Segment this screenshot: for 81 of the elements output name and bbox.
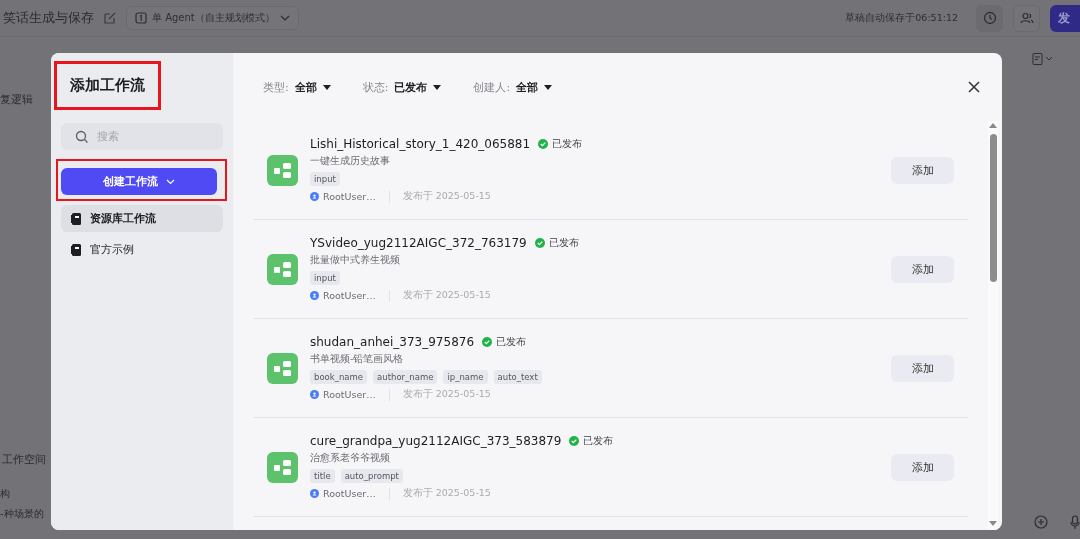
dialog-title: 添加工作流 [54,61,161,110]
chevron-down-icon [279,15,290,21]
close-button[interactable] [968,81,980,93]
add-button[interactable]: 添加 [891,354,954,382]
publish-date: 发布于 2025-05-15 [402,190,491,203]
app-title: 笑话生成与保存 [3,9,94,27]
workflow-icon [267,253,298,285]
workflow-name: Lishi_Historical_story_1_420_065881 [310,137,531,151]
create-workflow-button[interactable]: 创建工作流 [61,168,217,195]
workflow-description: 治愈系老爷爷视频 [310,452,391,465]
filter-dropdown[interactable]: 类型: 全部 [263,79,331,95]
user-avatar-icon [310,390,319,399]
author-name: RootUser… [323,191,376,202]
parameter-tag: auto_text [493,370,542,384]
status-label: 已发布 [548,236,579,250]
clock-icon [982,11,997,25]
chevron-down-icon [166,178,175,185]
status-label: 已发布 [583,434,614,448]
status-label: 已发布 [552,137,583,151]
body-text: -种场景的 [0,507,44,521]
caret-down-icon [322,84,331,90]
parameter-tag: title [310,469,335,483]
agent-icon [135,12,147,24]
users-icon [1019,11,1034,25]
check-icon [538,139,549,149]
check-icon [569,436,580,446]
author-name: RootUser… [323,488,376,499]
history-button[interactable] [976,4,1003,32]
parameter-tag: author_name [373,370,438,384]
caret-down-icon [544,84,553,90]
parameter-tag: input [310,271,340,285]
user-avatar-icon [310,489,319,498]
workflow-name: YSvideo_yug2112AIGC_372_763179 [310,236,527,250]
publish-date: 发布于 2025-05-15 [402,388,491,401]
close-icon [968,81,980,93]
publish-button[interactable]: 发 [1050,4,1080,32]
edit-icon[interactable] [104,12,116,24]
parameter-tag: auto_prompt [340,469,403,483]
workflow-name: cure_grandpa_yug2112AIGC_373_583879 [310,434,562,448]
add-button[interactable]: 添加 [891,453,954,481]
filter-dropdown[interactable]: 创建人: 全部 [473,79,553,95]
check-icon [482,337,493,347]
section-label: 复逻辑 [0,92,33,107]
author-name: RootUser… [323,290,376,301]
workflow-description: 书单视频-铅笔画风格 [310,353,405,366]
status-label: 已发布 [496,335,527,349]
add-button[interactable]: 添加 [891,156,954,184]
workflow-description: 一键生成历史故事 [310,155,391,168]
author-name: RootUser… [323,389,376,400]
add-icon[interactable] [1034,515,1048,529]
scroll-up-icon[interactable] [989,123,997,128]
filter-dropdown[interactable]: 状态: 已发布 [362,79,442,95]
check-icon [534,238,545,248]
parameter-tag: ip_name [443,370,488,384]
workflow-description: 批量做中式养生视频 [310,254,401,267]
workspace-label: 工作空间 [2,452,46,467]
user-avatar-icon [310,192,319,201]
body-text: 构 [0,487,10,501]
nav-item[interactable]: 资源库工作流 [61,205,223,232]
caret-down-icon [433,84,442,90]
search-icon [75,130,89,144]
nav-item[interactable]: 官方示例 [61,236,223,263]
book-icon [71,212,82,225]
parameter-tag: input [310,172,340,186]
publish-date: 发布于 2025-05-15 [402,289,491,302]
parameter-tag: book_name [310,370,368,384]
scroll-thumb[interactable] [989,134,997,282]
document-icon[interactable] [1032,53,1054,65]
scrollbar[interactable] [988,121,998,530]
workflow-name: shudan_anhei_373_975876 [310,335,475,349]
collaborators-button[interactable] [1013,4,1040,32]
microphone-icon[interactable] [1070,515,1080,529]
add-button[interactable]: 添加 [891,255,954,283]
workflow-icon [267,352,298,384]
workflow-icon [267,451,298,483]
workflow-icon [267,154,298,186]
scroll-down-icon[interactable] [989,521,997,526]
search-field[interactable]: 搜索 [61,123,223,150]
publish-date: 发布于 2025-05-15 [402,487,491,500]
book-icon [71,243,82,256]
user-avatar-icon [310,291,319,300]
